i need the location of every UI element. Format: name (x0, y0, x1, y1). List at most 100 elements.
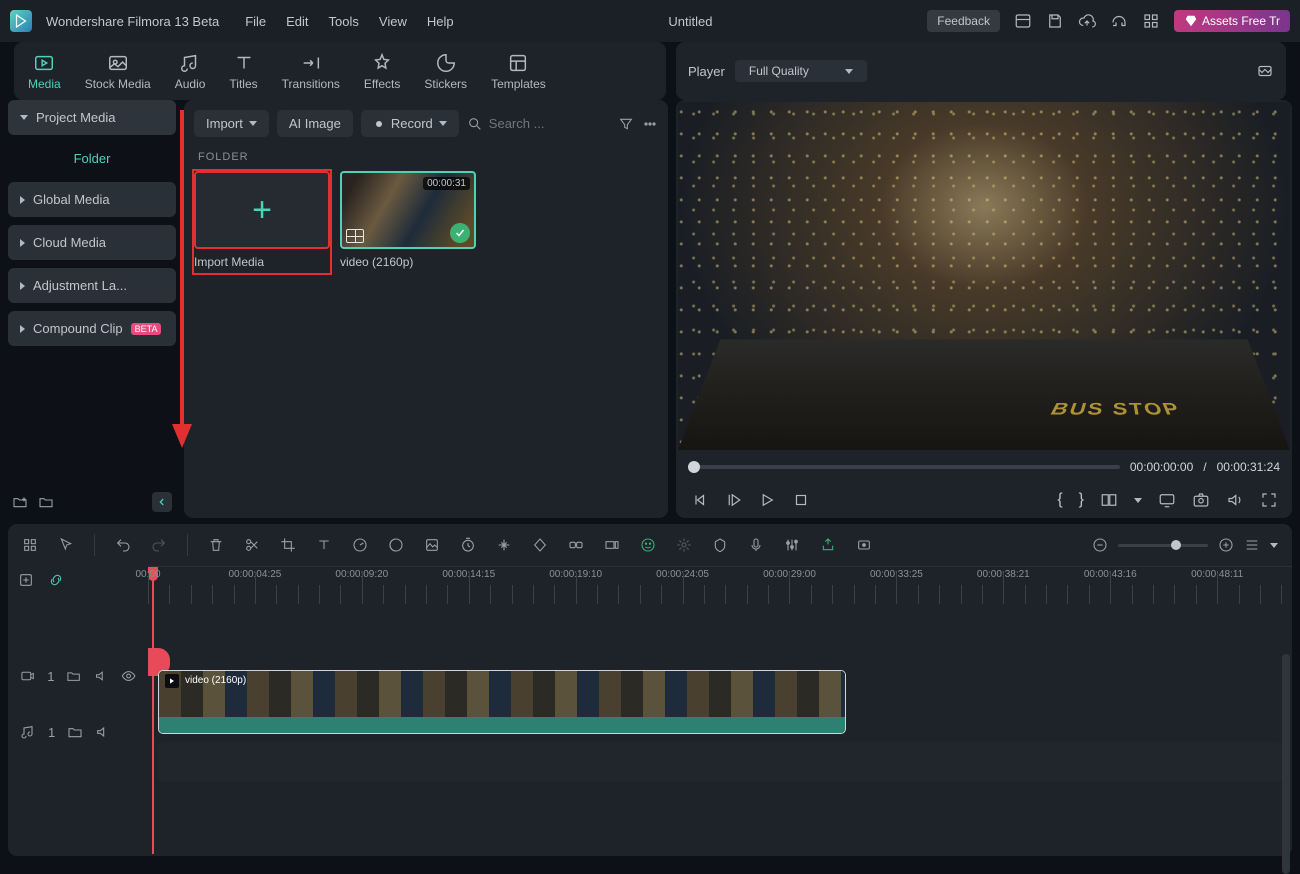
keyframe-icon[interactable] (532, 537, 548, 553)
preview-video[interactable]: BUS STOP (678, 102, 1290, 450)
cloud-upload-icon[interactable] (1078, 12, 1096, 30)
crop-icon[interactable] (280, 537, 296, 553)
track-view-icon[interactable] (1244, 537, 1260, 553)
layout-icon[interactable] (1014, 12, 1032, 30)
add-track-icon[interactable] (18, 572, 34, 588)
time-ruler[interactable]: 00:0000:00:04:2500:00:09:2000:00:14:1500… (148, 566, 1292, 604)
folder-icon[interactable] (67, 724, 83, 740)
snapshot-indicator-icon[interactable] (1256, 62, 1274, 80)
fullscreen-icon[interactable] (1260, 491, 1278, 509)
collapse-sidebar-button[interactable] (152, 492, 172, 512)
tab-audio[interactable]: Audio (175, 52, 206, 91)
chained-icon[interactable] (568, 537, 584, 553)
mark-in-icon[interactable]: { (1057, 491, 1062, 509)
menu-file[interactable]: File (245, 14, 266, 29)
tab-stock-media[interactable]: Stock Media (85, 52, 151, 91)
face-icon[interactable] (640, 537, 656, 553)
media-clip-tile[interactable]: 00:00:31 video (2160p) (340, 171, 476, 273)
scrub-head[interactable] (688, 461, 700, 473)
redo-icon[interactable] (151, 537, 167, 553)
vertical-scrollbar[interactable] (1282, 654, 1290, 874)
tab-stickers[interactable]: Stickers (424, 52, 467, 91)
visibility-icon[interactable] (121, 668, 136, 684)
video-track-header[interactable]: 1 (8, 644, 148, 708)
assets-free-trial-button[interactable]: Assets Free Tr (1174, 10, 1290, 32)
compare-view-icon[interactable] (1100, 491, 1118, 509)
mask-icon[interactable] (424, 537, 440, 553)
sidebar-item-adjustment-layer[interactable]: Adjustment La... (8, 268, 176, 303)
empty-audio-lane[interactable] (158, 742, 1282, 782)
folder-tab[interactable]: Folder (8, 143, 176, 174)
audio-track-header[interactable]: 1 (8, 708, 148, 756)
chevron-down-icon[interactable] (1270, 543, 1278, 548)
folder-collapse-icon[interactable] (38, 494, 54, 510)
tab-media[interactable]: Media (28, 52, 61, 91)
zoom-out-icon[interactable] (1092, 537, 1108, 553)
scrub-bar[interactable] (688, 465, 1120, 469)
mute-icon[interactable] (94, 668, 109, 684)
keyframe-center-icon[interactable] (496, 537, 512, 553)
render-icon[interactable] (820, 537, 836, 553)
timeline-toolbar (8, 524, 1292, 566)
chevron-down-icon (249, 121, 257, 126)
link-icon[interactable] (48, 572, 64, 588)
display-icon[interactable] (1158, 491, 1176, 509)
more-icon[interactable] (642, 116, 658, 132)
play-pause-icon[interactable] (724, 491, 742, 509)
apps-grid-icon[interactable] (1142, 12, 1160, 30)
sidebar-item-compound-clip[interactable]: Compound ClipBETA (8, 311, 176, 346)
chevron-down-icon[interactable] (1134, 498, 1142, 503)
menu-help[interactable]: Help (427, 14, 454, 29)
duration-icon[interactable] (460, 537, 476, 553)
undo-icon[interactable] (115, 537, 131, 553)
record-rect-icon[interactable] (856, 537, 872, 553)
snapshot-icon[interactable] (1192, 491, 1210, 509)
grid-icon[interactable] (22, 537, 38, 553)
filter-icon[interactable] (618, 116, 634, 132)
tab-effects[interactable]: Effects (364, 52, 400, 91)
menu-edit[interactable]: Edit (286, 14, 308, 29)
play-icon[interactable] (758, 491, 776, 509)
ai-image-button[interactable]: AI Image (277, 110, 353, 137)
import-media-tile[interactable]: + Import Media (194, 171, 330, 273)
headphones-icon[interactable] (1110, 12, 1128, 30)
aspect-icon[interactable] (604, 537, 620, 553)
search-field[interactable] (467, 116, 610, 132)
sidebar-item-cloud-media[interactable]: Cloud Media (8, 225, 176, 260)
plus-icon: + (252, 191, 272, 230)
tab-transitions[interactable]: Transitions (282, 52, 340, 91)
prev-frame-icon[interactable] (690, 491, 708, 509)
volume-icon[interactable] (1226, 491, 1244, 509)
tab-titles[interactable]: Titles (229, 52, 257, 91)
import-dropdown[interactable]: Import (194, 110, 269, 137)
marker-icon[interactable] (712, 537, 728, 553)
record-dropdown[interactable]: Record (361, 110, 459, 137)
text-icon[interactable] (316, 537, 332, 553)
voiceover-icon[interactable] (748, 537, 764, 553)
search-input[interactable] (489, 116, 569, 131)
feedback-button[interactable]: Feedback (927, 10, 1000, 32)
stop-icon[interactable] (792, 491, 810, 509)
menu-view[interactable]: View (379, 14, 407, 29)
cursor-icon[interactable] (58, 537, 74, 553)
delete-icon[interactable] (208, 537, 224, 553)
folder-icon[interactable] (66, 668, 81, 684)
new-folder-icon[interactable] (12, 494, 28, 510)
sidebar-item-global-media[interactable]: Global Media (8, 182, 176, 217)
zoom-slider[interactable] (1118, 544, 1208, 547)
sparkle-icon[interactable] (676, 537, 692, 553)
mute-icon[interactable] (95, 724, 111, 740)
split-icon[interactable] (244, 537, 260, 553)
mixer-icon[interactable] (784, 537, 800, 553)
tab-templates[interactable]: Templates (491, 52, 546, 91)
speed-icon[interactable] (352, 537, 368, 553)
menu-tools[interactable]: Tools (329, 14, 359, 29)
mark-out-icon[interactable]: } (1079, 491, 1084, 509)
timeline-clip[interactable]: video (2160p) (158, 670, 846, 734)
project-media-section[interactable]: Project Media (8, 100, 176, 135)
quality-dropdown[interactable]: Full Quality (735, 60, 867, 82)
color-icon[interactable] (388, 537, 404, 553)
app-name: Wondershare Filmora 13 Beta (46, 14, 219, 29)
zoom-in-icon[interactable] (1218, 537, 1234, 553)
save-icon[interactable] (1046, 12, 1064, 30)
